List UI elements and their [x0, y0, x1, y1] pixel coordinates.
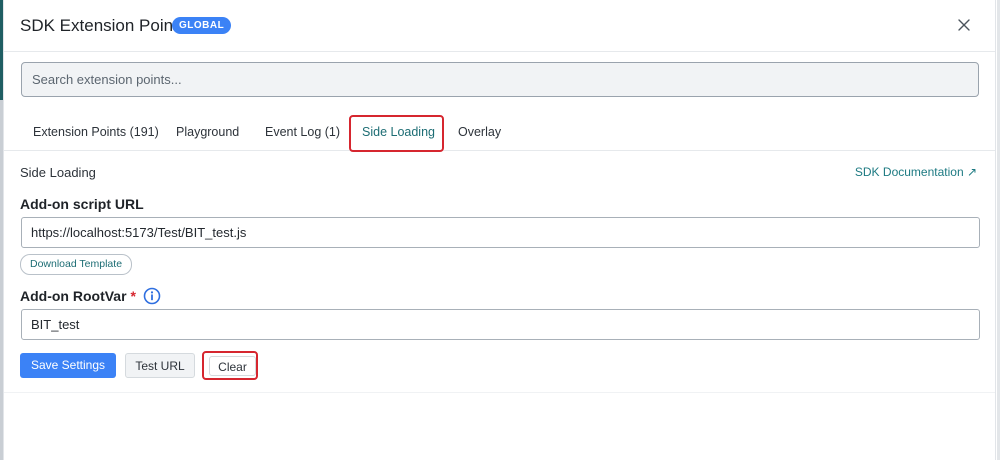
- info-circle-icon[interactable]: [143, 287, 161, 305]
- script-url-label: Add-on script URL: [20, 196, 144, 212]
- tab-extension-points[interactable]: Extension Points (191): [33, 111, 159, 150]
- search-input[interactable]: [21, 62, 979, 97]
- close-icon[interactable]: [953, 14, 975, 36]
- sdk-extension-points-dialog: SDK Extension Points GLOBAL Extension Po…: [3, 0, 996, 460]
- root-var-label-text: Add-on RootVar: [20, 288, 127, 304]
- active-tab-highlight: [349, 115, 444, 152]
- tab-event-log[interactable]: Event Log (1): [265, 111, 340, 150]
- clear-button-highlight: [202, 351, 258, 380]
- root-var-input[interactable]: [21, 309, 980, 340]
- tab-bar: Extension Points (191) Playground Event …: [4, 111, 995, 152]
- tab-overlay[interactable]: Overlay: [458, 111, 501, 150]
- required-marker: *: [130, 288, 136, 304]
- test-url-button[interactable]: Test URL: [125, 353, 195, 378]
- dialog-title: SDK Extension Points: [20, 16, 187, 35]
- section-title: Side Loading: [20, 165, 96, 180]
- save-settings-button[interactable]: Save Settings: [20, 353, 116, 378]
- download-template-button[interactable]: Download Template: [20, 254, 133, 275]
- dialog-header: SDK Extension Points GLOBAL: [4, 0, 995, 52]
- script-url-input[interactable]: [21, 217, 980, 248]
- tab-playground[interactable]: Playground: [176, 111, 239, 150]
- root-var-label: Add-on RootVar *: [20, 288, 136, 304]
- global-badge: GLOBAL: [172, 17, 232, 34]
- divider: [4, 392, 995, 393]
- sdk-documentation-link[interactable]: SDK Documentation ↗: [855, 165, 977, 179]
